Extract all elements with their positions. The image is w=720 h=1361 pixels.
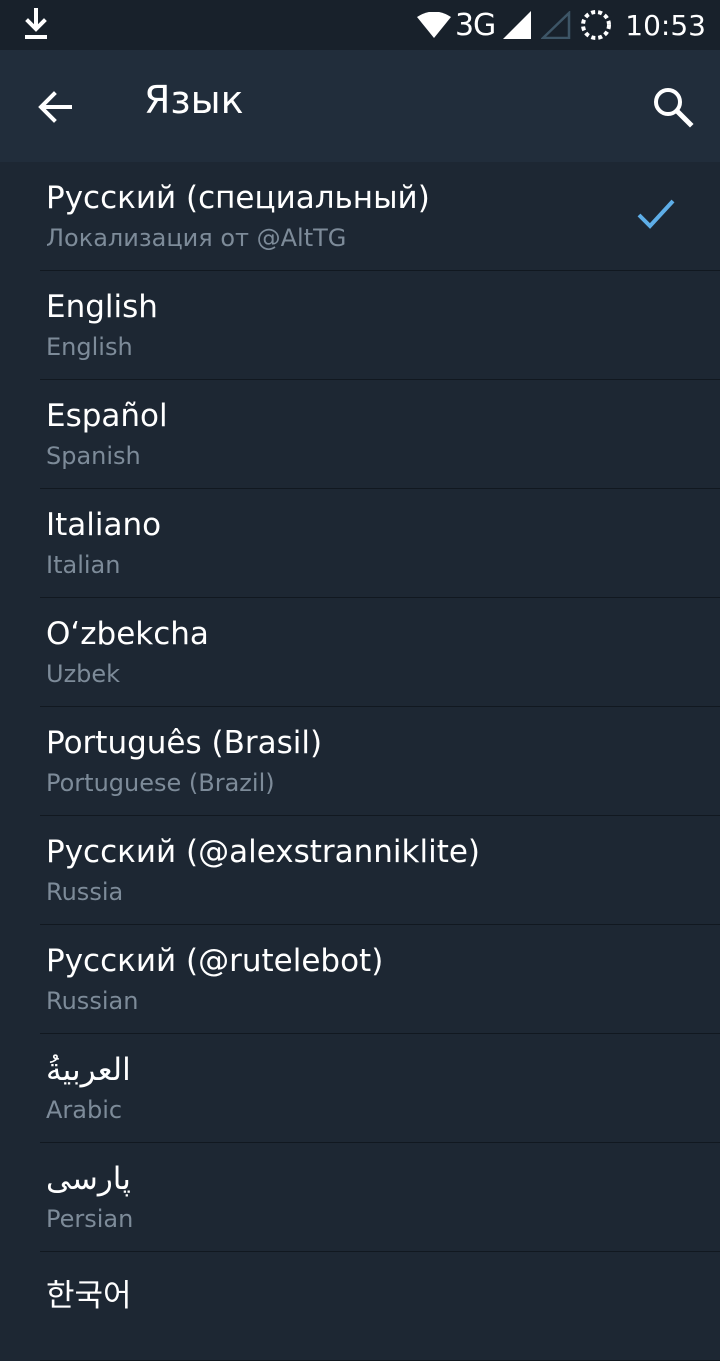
language-item-portuguese-brazil[interactable]: Português (Brasil) Portuguese (Brazil) xyxy=(40,707,720,816)
language-subtitle: Arabic xyxy=(46,1096,123,1124)
language-name: Русский (@rutelebot) xyxy=(46,943,384,979)
language-subtitle: Persian xyxy=(46,1205,134,1233)
language-subtitle: Spanish xyxy=(46,442,141,470)
search-icon[interactable] xyxy=(650,84,696,130)
language-subtitle: Russia xyxy=(46,878,124,906)
sync-icon xyxy=(581,10,612,40)
language-item-persian[interactable]: پارسی Persian xyxy=(40,1143,720,1252)
language-name: Русский (@alexstranniklite) xyxy=(46,834,481,870)
network-type: 3G xyxy=(454,7,496,43)
language-subtitle: Russian xyxy=(46,987,139,1015)
language-subtitle: Локализация от @AltTG xyxy=(46,224,347,252)
language-list: Русский (специальный) Локализация от @Al… xyxy=(0,162,720,1361)
language-item-italian[interactable]: Italiano Italian xyxy=(40,489,720,598)
language-name: English xyxy=(46,289,158,325)
download-icon xyxy=(25,8,47,39)
language-item-arabic[interactable]: العربيةُ Arabic xyxy=(40,1034,720,1143)
language-name: Русский (специальный) xyxy=(46,180,430,216)
signal-icon xyxy=(503,11,532,39)
wifi-icon xyxy=(416,12,451,38)
language-item-russian-rutelebot[interactable]: Русский (@rutelebot) Russian xyxy=(40,925,720,1034)
language-item-korean[interactable]: 한국어 xyxy=(40,1252,720,1361)
language-subtitle: English xyxy=(46,333,133,361)
language-name: Oʻzbekcha xyxy=(46,616,209,652)
app-bar: Язык xyxy=(0,50,720,162)
language-item-uzbek[interactable]: Oʻzbekcha Uzbek xyxy=(40,598,720,707)
language-name: 한국어 xyxy=(46,1278,132,1314)
check-icon xyxy=(637,199,675,229)
arrow-back-icon[interactable] xyxy=(34,86,76,128)
status-icons: 3G 10:53 xyxy=(416,0,706,50)
clock: 10:53 xyxy=(625,8,706,42)
language-item-russian-alexstranniklite[interactable]: Русский (@alexstranniklite) Russia xyxy=(40,816,720,925)
language-subtitle: Italian xyxy=(46,551,121,579)
language-item-english[interactable]: English English xyxy=(40,271,720,380)
language-name: العربيةُ xyxy=(46,1052,131,1088)
language-subtitle: Uzbek xyxy=(46,660,121,688)
language-name: Español xyxy=(46,398,168,434)
page-title: Язык xyxy=(144,78,244,122)
language-name: Português (Brasil) xyxy=(46,725,323,761)
language-name: Italiano xyxy=(46,507,162,543)
signal-empty-icon xyxy=(541,11,571,39)
language-item-russian-special[interactable]: Русский (специальный) Локализация от @Al… xyxy=(40,162,720,271)
status-bar: 3G 10:53 xyxy=(0,0,720,50)
language-item-spanish[interactable]: Español Spanish xyxy=(40,380,720,489)
language-subtitle: Portuguese (Brazil) xyxy=(46,769,275,797)
language-name: پارسی xyxy=(46,1161,131,1197)
